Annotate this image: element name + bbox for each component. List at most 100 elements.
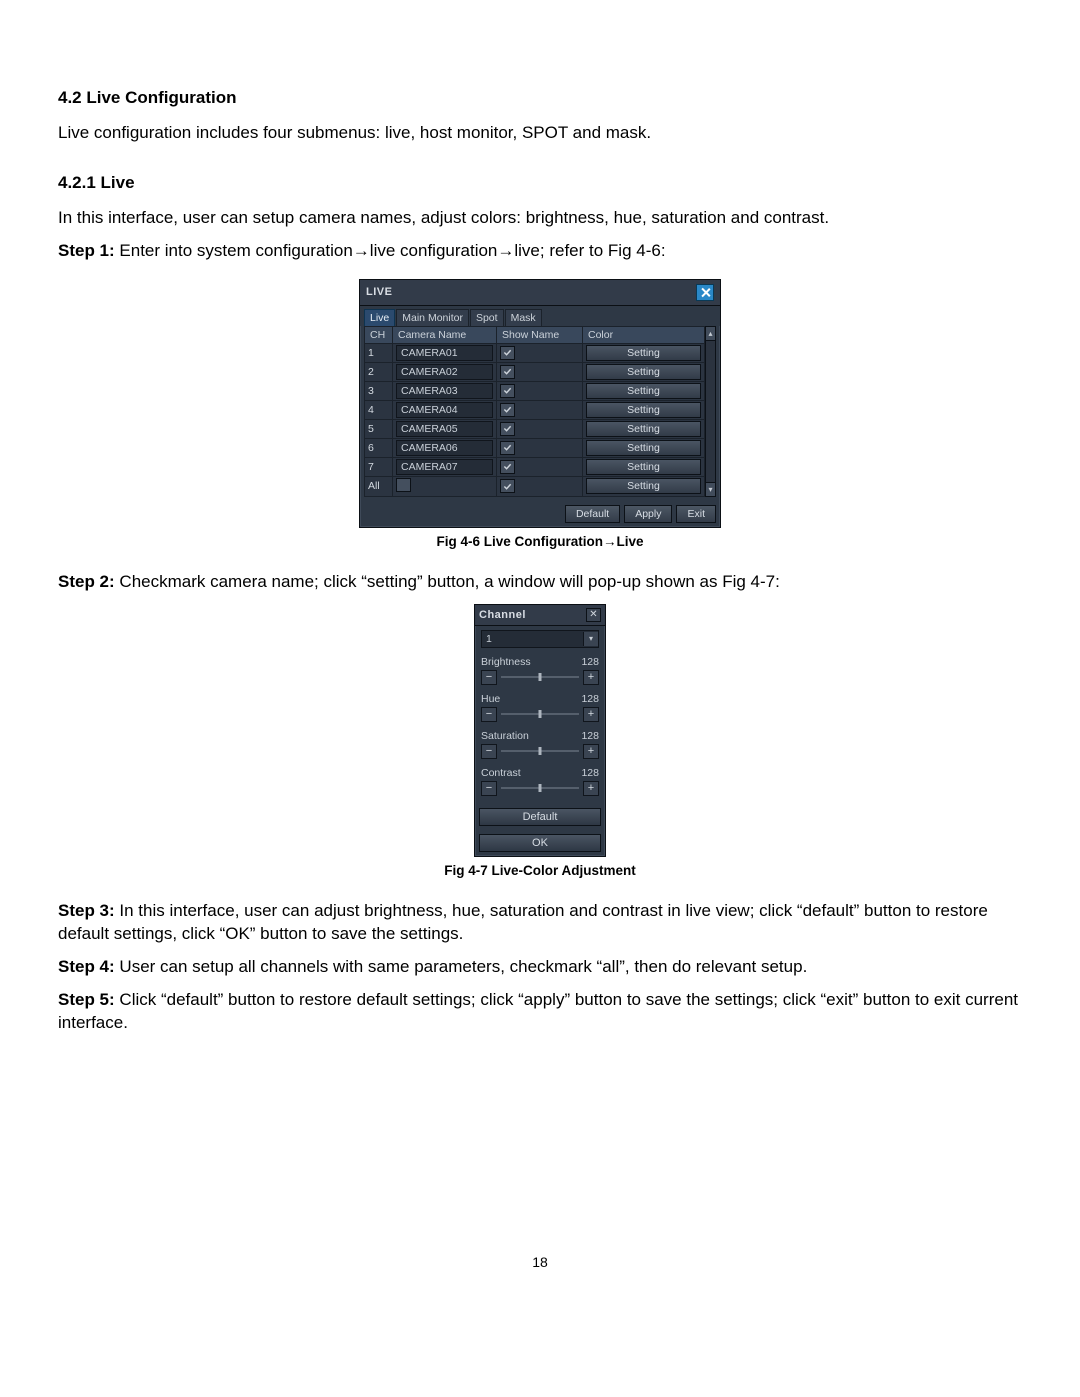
setting-button[interactable]: Setting — [586, 421, 701, 437]
paragraph: In this interface, user can setup camera… — [58, 207, 1022, 230]
camera-name-input[interactable]: CAMERA03 — [396, 383, 493, 399]
setting-button[interactable]: Setting — [586, 364, 701, 380]
step-text: Enter into system configuration→live con… — [115, 241, 666, 260]
step-5: Step 5: Click “default” button to restor… — [58, 989, 1022, 1035]
camera-name-input[interactable]: CAMERA02 — [396, 364, 493, 380]
plus-button[interactable]: + — [583, 781, 599, 796]
tab-spot[interactable]: Spot — [470, 309, 504, 326]
title-bar: LIVE — [360, 280, 720, 306]
close-icon[interactable]: ✕ — [586, 608, 601, 622]
step-label: Step 4: — [58, 957, 115, 976]
camera-name-input[interactable]: CAMERA05 — [396, 421, 493, 437]
ch-cell: 1 — [365, 343, 393, 362]
step-text: Checkmark camera name; click “setting” b… — [115, 572, 780, 591]
step-text: In this interface, user can adjust brigh… — [58, 901, 988, 943]
scroll-up-icon[interactable]: ▴ — [705, 326, 716, 341]
paragraph: Live configuration includes four submenu… — [58, 122, 1022, 145]
slider-track[interactable] — [501, 750, 579, 752]
checkbox-show-name[interactable] — [500, 403, 515, 417]
scroll-down-icon[interactable]: ▾ — [705, 482, 716, 497]
default-button[interactable]: Default — [565, 505, 620, 523]
table-row: 2CAMERA02Setting — [365, 362, 705, 381]
plus-button[interactable]: + — [583, 670, 599, 685]
table-row: 5CAMERA05Setting — [365, 419, 705, 438]
step-1: Step 1: Enter into system configuration→… — [58, 240, 1022, 263]
minus-button[interactable]: − — [481, 670, 497, 685]
setting-button-all[interactable]: Setting — [586, 478, 701, 494]
window-title: Channel — [479, 609, 526, 621]
param-label-row: Contrast 128 — [481, 767, 599, 779]
param-label: Saturation — [481, 730, 529, 742]
plus-button[interactable]: + — [583, 744, 599, 759]
page-number: 18 — [58, 1254, 1022, 1270]
scroll-track[interactable] — [705, 341, 716, 482]
color-adjust-window: Channel ✕ 1 ▾ Brightness128−+Hue128−+Sat… — [474, 604, 606, 857]
table-row: 6CAMERA06 Setting — [365, 438, 705, 457]
channel-value: 1 — [482, 633, 583, 645]
checkbox-show-name[interactable] — [500, 346, 515, 360]
tab-bar: Live Main Monitor Spot Mask — [360, 306, 720, 326]
slider-track[interactable] — [501, 713, 579, 715]
setting-button[interactable]: Setting — [586, 459, 701, 475]
step-2: Step 2: Checkmark camera name; click “se… — [58, 571, 1022, 594]
ch-cell: 4 — [365, 400, 393, 419]
param-slider: −+ — [481, 670, 599, 685]
step-label: Step 3: — [58, 901, 115, 920]
checkbox-show-name[interactable] — [500, 365, 515, 379]
checkbox-all-show[interactable] — [500, 479, 515, 493]
table-row: 3CAMERA03Setting — [365, 381, 705, 400]
param-value: 128 — [581, 693, 599, 705]
checkbox-show-name[interactable] — [500, 441, 515, 455]
col-show-name: Show Name — [497, 326, 583, 343]
minus-button[interactable]: − — [481, 707, 497, 722]
col-ch: CH — [365, 326, 393, 343]
tab-main-monitor[interactable]: Main Monitor — [396, 309, 469, 326]
camera-name-input[interactable]: CAMERA07 — [396, 459, 493, 475]
camera-name-input[interactable]: CAMERA01 — [396, 345, 493, 361]
slider-track[interactable] — [501, 676, 579, 678]
tab-live[interactable]: Live — [364, 309, 395, 326]
setting-button[interactable]: Setting — [586, 345, 701, 361]
param-value: 128 — [581, 656, 599, 668]
ch-cell: 6 — [365, 438, 393, 457]
slider-thumb[interactable] — [539, 710, 542, 718]
scrollbar[interactable]: ▴ ▾ — [705, 326, 716, 497]
slider-thumb[interactable] — [539, 784, 542, 792]
channel-select[interactable]: 1 ▾ — [481, 630, 599, 648]
camera-name-input[interactable]: CAMERA04 — [396, 402, 493, 418]
setting-button[interactable]: Setting — [586, 383, 701, 399]
param-value: 128 — [581, 767, 599, 779]
apply-button[interactable]: Apply — [624, 505, 672, 523]
heading-4-2-1: 4.2.1 Live — [58, 173, 1022, 193]
title-bar: Channel ✕ — [475, 605, 605, 626]
setting-button[interactable]: Setting — [586, 440, 701, 456]
minus-button[interactable]: − — [481, 781, 497, 796]
checkbox-show-name[interactable] — [500, 422, 515, 436]
checkbox-all[interactable] — [396, 478, 411, 492]
live-config-window: LIVE Live Main Monitor Spot Mask CH Came… — [359, 279, 721, 528]
slider-track[interactable] — [501, 787, 579, 789]
table-row: 4CAMERA04 Setting — [365, 400, 705, 419]
setting-button[interactable]: Setting — [586, 402, 701, 418]
param-slider: −+ — [481, 744, 599, 759]
param-label: Contrast — [481, 767, 521, 779]
figure-caption-4-7: Fig 4-7 Live-Color Adjustment — [58, 863, 1022, 878]
default-button[interactable]: Default — [479, 808, 601, 826]
step-4: Step 4: User can setup all channels with… — [58, 956, 1022, 979]
slider-thumb[interactable] — [539, 747, 542, 755]
minus-button[interactable]: − — [481, 744, 497, 759]
table-row: 7CAMERA07Setting — [365, 457, 705, 476]
tab-mask[interactable]: Mask — [505, 309, 542, 326]
camera-name-input[interactable]: CAMERA06 — [396, 440, 493, 456]
chevron-down-icon[interactable]: ▾ — [583, 632, 598, 646]
checkbox-show-name[interactable] — [500, 460, 515, 474]
step-label: Step 2: — [58, 572, 115, 591]
figure-caption-4-6: Fig 4-6 Live Configuration→Live — [58, 534, 1022, 549]
exit-button[interactable]: Exit — [676, 505, 716, 523]
camera-table: CH Camera Name Show Name Color 1CAMERA01… — [364, 326, 705, 497]
checkbox-show-name[interactable] — [500, 384, 515, 398]
ok-button[interactable]: OK — [479, 834, 601, 852]
close-icon[interactable] — [696, 284, 714, 301]
plus-button[interactable]: + — [583, 707, 599, 722]
slider-thumb[interactable] — [539, 673, 542, 681]
